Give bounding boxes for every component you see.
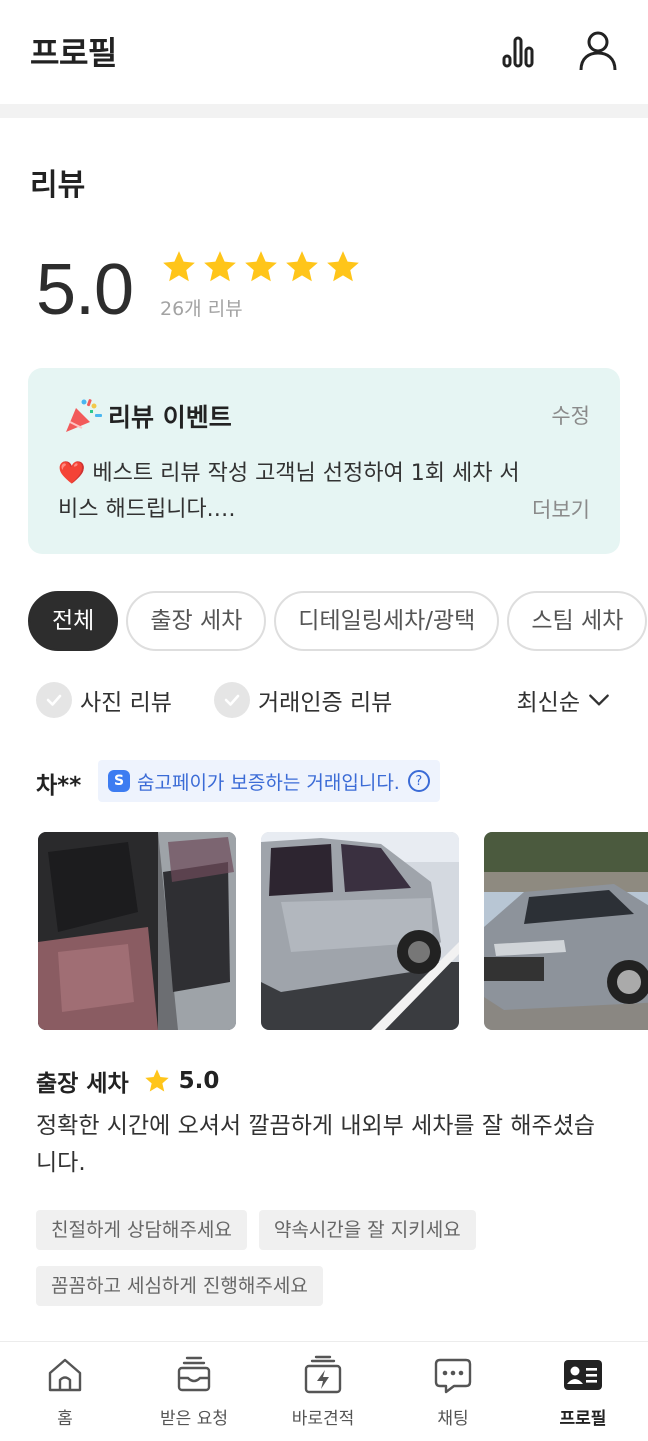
chip-mobile-wash[interactable]: 출장 세차: [126, 591, 267, 651]
app-header: 프로필: [0, 0, 648, 104]
sort-label: 최신순: [516, 690, 580, 716]
review-photo[interactable]: [38, 832, 236, 1030]
chevron-down-icon: [589, 694, 609, 706]
star-icon: [144, 1069, 169, 1092]
review-photo[interactable]: [484, 832, 648, 1030]
star-icon: [327, 251, 359, 282]
soomgo-pay-badge[interactable]: S 숨고페이가 보증하는 거래입니다. ?: [98, 760, 440, 802]
chat-icon: [434, 1358, 472, 1394]
pay-badge-label: 숨고페이가 보증하는 거래입니다.: [137, 771, 400, 794]
star-icon: [286, 251, 318, 282]
check-icon: [214, 682, 250, 718]
more-button[interactable]: 더보기: [502, 494, 590, 524]
nav-label: 채팅: [437, 1409, 469, 1429]
nav-requests[interactable]: 받은 요청: [129, 1354, 259, 1429]
bar-chart-icon[interactable]: [498, 30, 538, 70]
check-icon: [36, 682, 72, 718]
nav-label: 받은 요청: [160, 1409, 228, 1429]
review-body: 정확한 시간에 오셔서 깔끔하게 내외부 세차를 잘 해주셨습니다.: [36, 1113, 596, 1176]
review-service-rating: 출장 세차 5.0: [36, 1065, 219, 1097]
nav-home[interactable]: 홈: [0, 1354, 130, 1429]
review-tags: 친절하게 상담해주세요 약속시간을 잘 지키세요꼼꼼하고 세심하게 진행해주세요: [36, 1210, 596, 1322]
photo-review-filter[interactable]: 사진 리뷰: [36, 680, 172, 720]
verified-review-filter[interactable]: 거래인증 리뷰: [214, 680, 392, 720]
nav-label: 홈: [57, 1409, 73, 1429]
chip-detailing[interactable]: 디테일링세차/광택: [274, 591, 500, 651]
inbox-icon: [177, 1356, 211, 1392]
filter-label: 거래인증 리뷰: [258, 690, 393, 716]
nav-label: 바로견적: [291, 1409, 355, 1429]
category-chip-list: 전체 출장 세차 디테일링세차/광택 스팀 세차: [28, 591, 648, 651]
filter-label: 사진 리뷰: [80, 690, 172, 716]
section-divider: [0, 104, 648, 118]
star-icon: [204, 251, 236, 282]
event-description: ❤️ 베스트 리뷰 작성 고객님 선정하여 1회 세차 서비스 해드립니다.…: [58, 456, 538, 528]
review-filters: 사진 리뷰 거래인증 리뷰 최신순: [36, 680, 616, 720]
help-icon[interactable]: ?: [407, 770, 430, 792]
review-tag: 친절하게 상담해주세요: [36, 1210, 247, 1250]
rating-stars: [160, 248, 362, 286]
home-icon: [48, 1358, 82, 1392]
reviews-section-title: 리뷰: [30, 168, 86, 203]
chip-steam-wash[interactable]: 스팀 세차: [507, 591, 648, 651]
heart-icon: ❤️: [58, 461, 86, 486]
nav-quick-quote[interactable]: 바로견적: [258, 1354, 388, 1429]
reviewer-name: 차**: [36, 773, 82, 799]
star-icon: [163, 251, 195, 282]
review-tag: 꼼꼼하고 세심하게 진행해주세요: [36, 1266, 323, 1306]
review-photo-list: [38, 832, 648, 1030]
review-tag: 약속시간을 잘 지키세요: [258, 1210, 476, 1250]
chip-all[interactable]: 전체: [28, 591, 119, 651]
review-event-card: 리뷰 이벤트 수정 ❤️ 베스트 리뷰 작성 고객님 선정하여 1회 세차 서비…: [28, 368, 620, 554]
review-photo[interactable]: [261, 832, 459, 1030]
nav-label: 프로필: [559, 1409, 607, 1429]
quick-quote-icon: [304, 1355, 342, 1394]
review-service-name: 출장 세차: [36, 1071, 129, 1097]
review-score: 5.0: [178, 1068, 220, 1094]
edit-event-button[interactable]: 수정: [551, 400, 590, 430]
bottom-navigation: 홈 받은 요청 바로견적 채팅 프로필: [0, 1341, 648, 1441]
profile-card-icon: [564, 1360, 602, 1390]
event-text: 베스트 리뷰 작성 고객님 선정하여 1회 세차 서비스 해드립니다.…: [58, 461, 520, 522]
star-icon: [245, 251, 277, 282]
sort-dropdown[interactable]: 최신순: [517, 680, 612, 720]
average-rating: 5.0: [36, 250, 134, 330]
review-count: 26개 리뷰: [160, 298, 243, 320]
nav-chat[interactable]: 채팅: [388, 1354, 518, 1429]
soomgo-pay-icon: S: [108, 770, 130, 792]
nav-profile[interactable]: 프로필: [518, 1354, 648, 1429]
user-icon[interactable]: [576, 28, 620, 72]
party-popper-icon: [62, 396, 102, 436]
event-title: 리뷰 이벤트: [108, 403, 232, 432]
page-title: 프로필: [30, 34, 117, 72]
